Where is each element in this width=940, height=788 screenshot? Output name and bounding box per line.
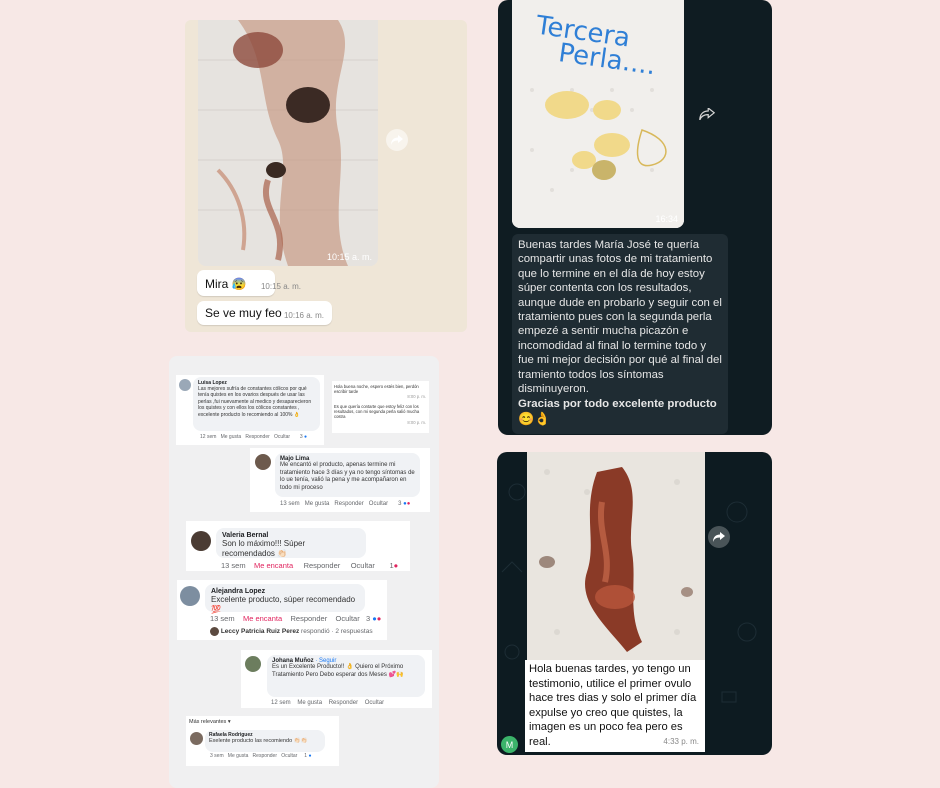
like-button[interactable]: Me gusta (221, 434, 242, 440)
avatar[interactable] (191, 531, 211, 551)
message-time: 10:16 a. m. (283, 311, 324, 320)
comment-time: 13 sem (210, 614, 235, 623)
like-button[interactable]: Me gusta (228, 753, 249, 759)
chat-screenshot: Hola buena noche, espero estés bien, per… (332, 381, 429, 433)
comment: Alejandra Lopez Excelente producto, súpe… (177, 580, 387, 640)
comment: Luisa Lopez Las mejores sufría de consta… (176, 375, 324, 445)
comment: Valeria Bernal Son lo máximo!!! Súper re… (186, 521, 410, 571)
message-bubble: Buenas tardes María José te quería compa… (512, 234, 728, 434)
avatar[interactable] (190, 732, 203, 745)
photo-timestamp: 10:15 a. m. (326, 252, 372, 262)
comment-author[interactable]: Valeria Bernal (222, 532, 360, 539)
love-reaction-icon: ● (406, 501, 411, 507)
comment-text: Me encantó el producto, apenas termine m… (280, 462, 415, 491)
hide-button[interactable]: Ocultar (365, 700, 384, 706)
forward-icon[interactable] (696, 103, 718, 125)
reply-button[interactable]: Responder (304, 561, 341, 570)
message-text-bold: Gracias por todo excelente producto (518, 398, 717, 411)
avatar[interactable]: M (501, 736, 518, 753)
hide-button[interactable]: Ocultar (281, 753, 297, 759)
comment-text: Las mejores sufría de constantes cólicos… (198, 386, 312, 418)
comment-actions: 12 sem Me gusta Responder Ocultar 3 ● (200, 434, 307, 440)
comment: Johana Muñoz · Seguir Es un Excelente Pr… (241, 650, 432, 708)
message-text: Se ve muy feo (205, 306, 282, 320)
like-button[interactable]: Me gusta (305, 501, 330, 507)
reaction-count: 1 (304, 753, 308, 759)
chat-message: Hola buena noche, espero estés bien, per… (334, 384, 426, 400)
hide-button[interactable]: Ocultar (274, 434, 290, 440)
love-reaction-icon: ● (376, 614, 382, 623)
comment-actions: 13 sem Me encanta Responder Ocultar 3 ●● (210, 614, 381, 623)
chevron-down-icon: ▾ (227, 719, 231, 725)
comment-time: 12 sem (200, 434, 217, 440)
reply-button[interactable]: Responder (253, 753, 277, 759)
message-text: Buenas tardes María José te quería compa… (518, 239, 722, 396)
hide-button[interactable]: Ocultar (351, 561, 375, 570)
forward-icon[interactable] (708, 526, 730, 548)
comment-actions: 13 sem Me encanta Responder Ocultar 1● (221, 561, 398, 570)
love-button[interactable]: Me encanta (254, 561, 293, 570)
comment-text: Es un Excelente Producto!! 👌 Quiero el P… (272, 664, 404, 678)
whatsapp-chat-dark: Hola buenas tardes, yo tengo un testimon… (497, 452, 772, 755)
comment-text: Exelente producto las recomiendo 👏🏻👏🏻 (209, 738, 308, 744)
facebook-comments-panel: Luisa Lopez Las mejores sufría de consta… (169, 356, 439, 788)
like-button[interactable]: Me gusta (297, 700, 322, 706)
whatsapp-chat-dark: Tercera Perla.... 16:34 Buenas tardes Ma… (498, 0, 772, 435)
comment-actions: 12 sem Me gusta Responder Ocultar (271, 700, 384, 706)
reply-button[interactable]: Responder (329, 700, 358, 706)
comment-text: Son lo máximo!!! Súper recomendados 👏🏻 (222, 539, 306, 558)
like-reaction-icon: ● (308, 753, 312, 759)
reaction-count: 3 (366, 614, 371, 623)
hide-button[interactable]: Ocultar (336, 614, 360, 623)
reply-button[interactable]: Responder (334, 501, 363, 507)
shared-photo[interactable]: Tercera Perla.... 16:34 (512, 0, 684, 228)
avatar[interactable] (245, 656, 261, 672)
like-reaction-icon: ● (304, 434, 308, 440)
comment-author[interactable]: Alejandra Lopez (211, 588, 359, 595)
shared-photo[interactable]: 10:15 a. m. (198, 20, 378, 266)
comment-time: 12 sem (271, 700, 291, 706)
reply-button[interactable]: Responder (291, 614, 328, 623)
comment-text: Excelente producto, súper recomendado 💯 (211, 595, 356, 614)
forward-icon[interactable] (386, 129, 408, 151)
message-time: 10:15 a. m. (260, 282, 301, 291)
sort-dropdown[interactable]: Más relevantes ▾ (189, 719, 231, 725)
comment: Majo Lima Me encantó el producto, apenas… (250, 448, 430, 512)
emoji: 😊👌 (518, 410, 551, 426)
reaction-count: 3 (398, 501, 402, 507)
hide-button[interactable]: Ocultar (369, 501, 388, 507)
shared-photo[interactable] (527, 452, 705, 660)
avatar[interactable] (180, 586, 200, 606)
message-bubble: Se ve muy feo 10:16 a. m. (197, 301, 332, 325)
comment-time: 13 sem (221, 561, 246, 570)
whatsapp-chat-light: 10:15 a. m. Mira 😰 10:15 a. m. Se ve muy… (185, 20, 467, 332)
comment-time: 13 sem (280, 501, 300, 507)
photo-timestamp: 16:34 (655, 214, 678, 224)
reply-button[interactable]: Responder (245, 434, 269, 440)
love-button[interactable]: Me encanta (243, 614, 282, 623)
chat-message: Es que quería contarte que estoy feliz c… (334, 404, 426, 425)
comment-actions: 3 sem Me gusta Responder Ocultar 1 ● (210, 753, 311, 759)
message-bubble: Hola buenas tardes, yo tengo un testimon… (525, 660, 705, 752)
comment-actions: 13 sem Me gusta Responder Ocultar 3 ●● (280, 501, 410, 507)
love-reaction-icon: ● (393, 561, 399, 570)
comment-time: 3 sem (210, 753, 224, 759)
avatar (210, 627, 219, 636)
replies-link[interactable]: Leccy Patricia Ruiz Perez respondió · 2 … (210, 627, 373, 636)
avatar[interactable] (179, 379, 191, 391)
avatar[interactable] (255, 454, 271, 470)
message-time: 4:33 p. m. (663, 736, 699, 746)
reaction-count: 3 (299, 434, 303, 440)
comment: Más relevantes ▾ Rafaela Rodriguez Exele… (186, 716, 339, 766)
